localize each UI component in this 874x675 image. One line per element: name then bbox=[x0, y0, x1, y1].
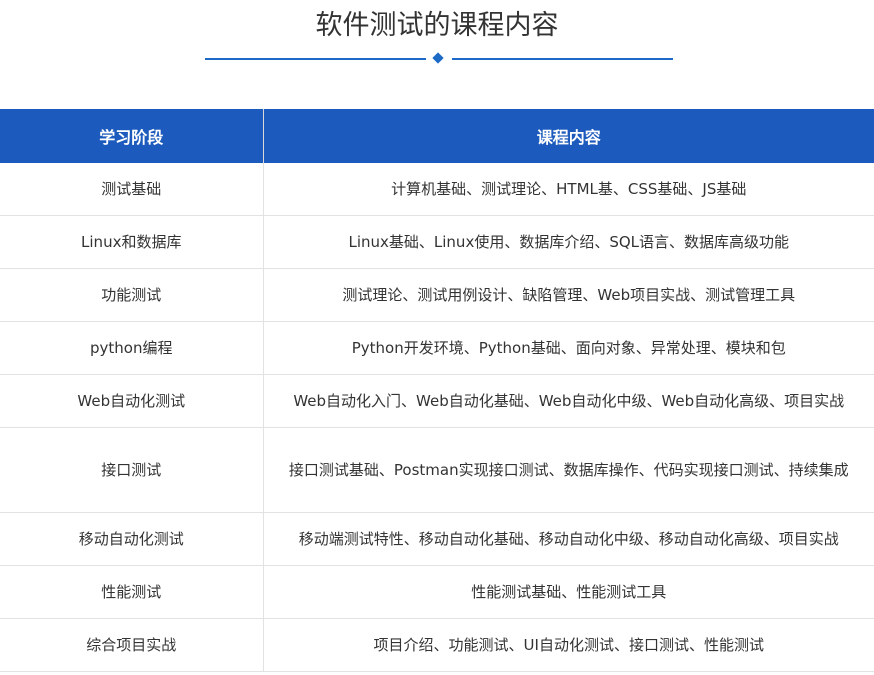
table-row: 功能测试 测试理论、测试用例设计、缺陷管理、Web项目实战、测试管理工具 bbox=[0, 268, 874, 322]
table-row: python编程 Python开发环境、Python基础、面向对象、异常处理、模… bbox=[0, 321, 874, 375]
table-row: 测试基础 计算机基础、测试理论、HTML基、CSS基础、JS基础 bbox=[0, 163, 874, 216]
content-cell: Linux基础、Linux使用、数据库介绍、SQL语言、数据库高级功能 bbox=[263, 215, 874, 269]
stage-cell: 移动自动化测试 bbox=[0, 512, 264, 566]
content-cell: 计算机基础、测试理论、HTML基、CSS基础、JS基础 bbox=[263, 163, 874, 216]
table-row: 移动自动化测试 移动端测试特性、移动自动化基础、移动自动化中级、移动自动化高级、… bbox=[0, 512, 874, 566]
table-row: Web自动化测试 Web自动化入门、Web自动化基础、Web自动化中级、Web自… bbox=[0, 374, 874, 428]
content-cell: 项目介绍、功能测试、UI自动化测试、接口测试、性能测试 bbox=[263, 618, 874, 672]
table-row: 综合项目实战 项目介绍、功能测试、UI自动化测试、接口测试、性能测试 bbox=[0, 618, 874, 672]
page-title: 软件测试的课程内容 bbox=[315, 10, 559, 41]
content-cell: Python开发环境、Python基础、面向对象、异常处理、模块和包 bbox=[263, 321, 874, 375]
diamond-icon bbox=[432, 52, 444, 64]
content-cell: Web自动化入门、Web自动化基础、Web自动化中级、Web自动化高级、项目实战 bbox=[263, 374, 874, 428]
header-content: 课程内容 bbox=[263, 109, 874, 163]
table-row: 性能测试 性能测试基础、性能测试工具 bbox=[0, 565, 874, 619]
title-divider bbox=[205, 52, 673, 66]
stage-cell: 接口测试 bbox=[0, 427, 264, 513]
header-stage: 学习阶段 bbox=[0, 109, 264, 163]
content-cell: 移动端测试特性、移动自动化基础、移动自动化中级、移动自动化高级、项目实战 bbox=[263, 512, 874, 566]
content-cell: 测试理论、测试用例设计、缺陷管理、Web项目实战、测试管理工具 bbox=[263, 268, 874, 322]
stage-cell: 性能测试 bbox=[0, 565, 264, 619]
content-cell: 性能测试基础、性能测试工具 bbox=[263, 565, 874, 619]
table-row: Linux和数据库 Linux基础、Linux使用、数据库介绍、SQL语言、数据… bbox=[0, 215, 874, 269]
content-cell: 接口测试基础、Postman实现接口测试、数据库操作、代码实现接口测试、持续集成 bbox=[263, 427, 874, 513]
stage-cell: 综合项目实战 bbox=[0, 618, 264, 672]
stage-cell: python编程 bbox=[0, 321, 264, 375]
table-row: 接口测试 接口测试基础、Postman实现接口测试、数据库操作、代码实现接口测试… bbox=[0, 427, 874, 513]
stage-cell: Web自动化测试 bbox=[0, 374, 264, 428]
stage-cell: Linux和数据库 bbox=[0, 215, 264, 269]
stage-cell: 功能测试 bbox=[0, 268, 264, 322]
divider-line-right bbox=[452, 58, 673, 60]
course-table: 学习阶段 课程内容 测试基础 计算机基础、测试理论、HTML基、CSS基础、JS… bbox=[0, 109, 874, 672]
table-header-row: 学习阶段 课程内容 bbox=[0, 109, 874, 163]
divider-line-left bbox=[205, 58, 426, 60]
stage-cell: 测试基础 bbox=[0, 163, 264, 216]
